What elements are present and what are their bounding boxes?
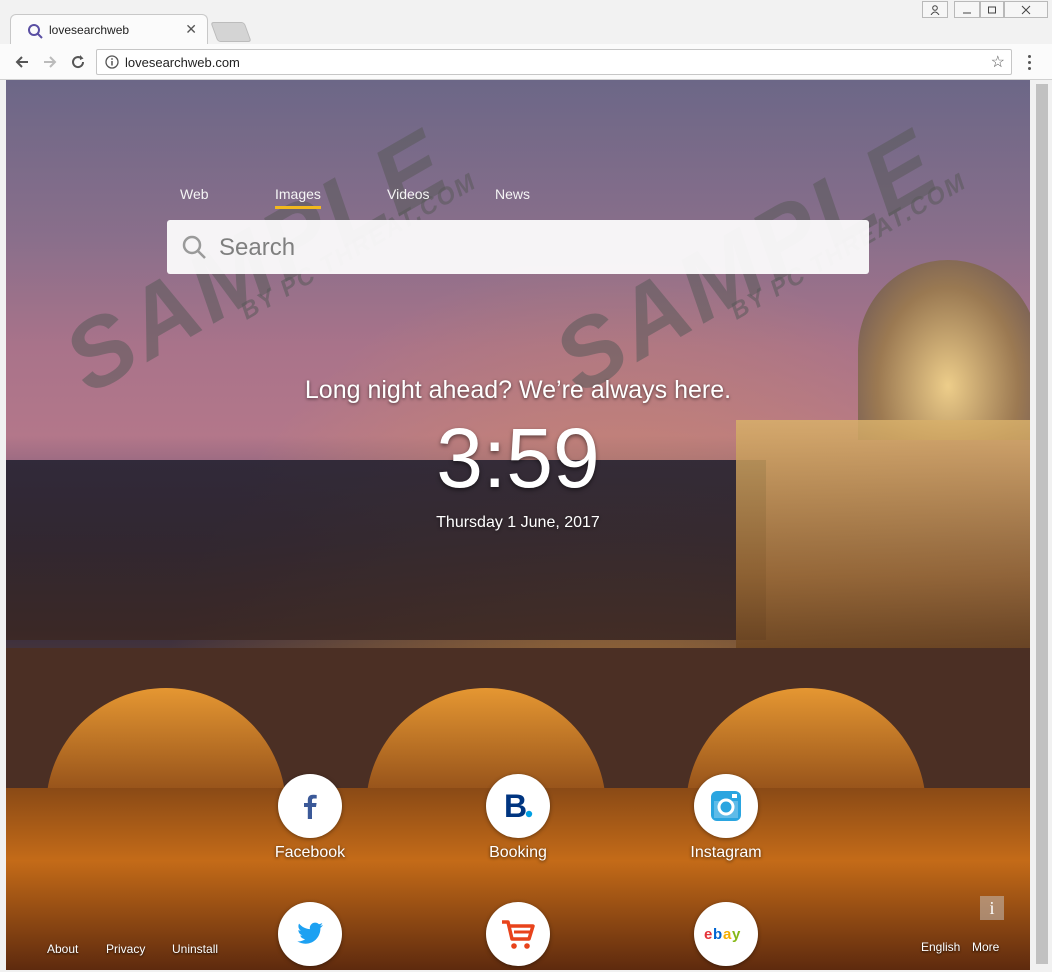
tab-title: lovesearchweb (49, 23, 130, 37)
uninstall-link[interactable]: Uninstall (172, 942, 218, 956)
address-url[interactable]: lovesearchweb.com (125, 55, 240, 70)
back-arrow-icon[interactable] (10, 50, 34, 74)
info-icon[interactable]: i (980, 896, 1004, 920)
close-window-button[interactable] (1004, 1, 1048, 18)
browser-tab[interactable]: lovesearchweb ✕ (10, 14, 208, 44)
svg-text:B: B (504, 788, 527, 824)
page-background: SAMPLE BY PC THREAT.COM SAMPLE BY PC THR… (6, 80, 1030, 970)
browser-menu-icon[interactable] (1022, 50, 1036, 74)
page-scrollbar[interactable] (1032, 80, 1052, 972)
new-tab-button[interactable] (210, 22, 252, 42)
tab-images[interactable]: Images (275, 186, 321, 209)
ebay-icon[interactable]: e b a y (694, 902, 758, 966)
shortcut-label: Facebook (274, 844, 346, 861)
shortcut-label: Booking (489, 844, 547, 861)
tagline: Long night ahead? We’re always here. (304, 376, 732, 404)
cart-icon[interactable] (486, 902, 550, 966)
clock-date: Thursday 1 June, 2017 (436, 514, 600, 531)
search-icon[interactable] (181, 234, 207, 260)
svg-text:y: y (732, 926, 741, 943)
search-box[interactable] (167, 220, 869, 274)
shortcut-label: Instagram (690, 844, 762, 861)
browser-toolbar: lovesearchweb.com ☆ (0, 44, 1052, 80)
language-link[interactable]: English (921, 940, 960, 954)
bookmark-star-icon[interactable]: ☆ (991, 52, 1005, 72)
shortcut-facebook[interactable]: Facebook (250, 774, 370, 862)
tab-web[interactable]: Web (180, 186, 209, 202)
address-bar[interactable]: lovesearchweb.com ☆ (96, 49, 1012, 75)
tab-close-icon[interactable]: ✕ (185, 21, 197, 38)
tab-news[interactable]: News (495, 186, 530, 202)
clock-time: 3:59 (436, 411, 600, 505)
twitter-icon[interactable] (278, 902, 342, 966)
forward-arrow-icon[interactable] (38, 50, 62, 74)
svg-text:e: e (704, 926, 712, 943)
search-input[interactable] (217, 230, 841, 266)
minimize-button[interactable] (954, 1, 980, 18)
scrollbar-thumb[interactable] (1036, 84, 1048, 964)
maximize-button[interactable] (980, 1, 1004, 18)
facebook-icon[interactable] (278, 774, 342, 838)
svg-text:a: a (723, 926, 732, 943)
browser-titlebar: lovesearchweb ✕ (0, 0, 1052, 44)
shortcut-twitter[interactable] (250, 902, 370, 970)
reload-icon[interactable] (66, 50, 90, 74)
shortcut-ebay[interactable]: e b a y (666, 902, 786, 970)
svg-text:b: b (713, 926, 722, 943)
profile-icon[interactable] (922, 1, 948, 18)
instagram-icon[interactable] (694, 774, 758, 838)
page-info-icon[interactable] (105, 55, 119, 69)
shortcut-instagram[interactable]: Instagram (666, 774, 786, 862)
booking-icon[interactable]: B (486, 774, 550, 838)
shortcut-shopping[interactable] (458, 902, 578, 970)
more-link[interactable]: More (972, 940, 999, 954)
tab-videos[interactable]: Videos (387, 186, 430, 202)
about-link[interactable]: About (47, 942, 78, 956)
search-favicon-icon (28, 24, 43, 39)
privacy-link[interactable]: Privacy (106, 942, 145, 956)
shortcut-booking[interactable]: B Booking (458, 774, 578, 862)
